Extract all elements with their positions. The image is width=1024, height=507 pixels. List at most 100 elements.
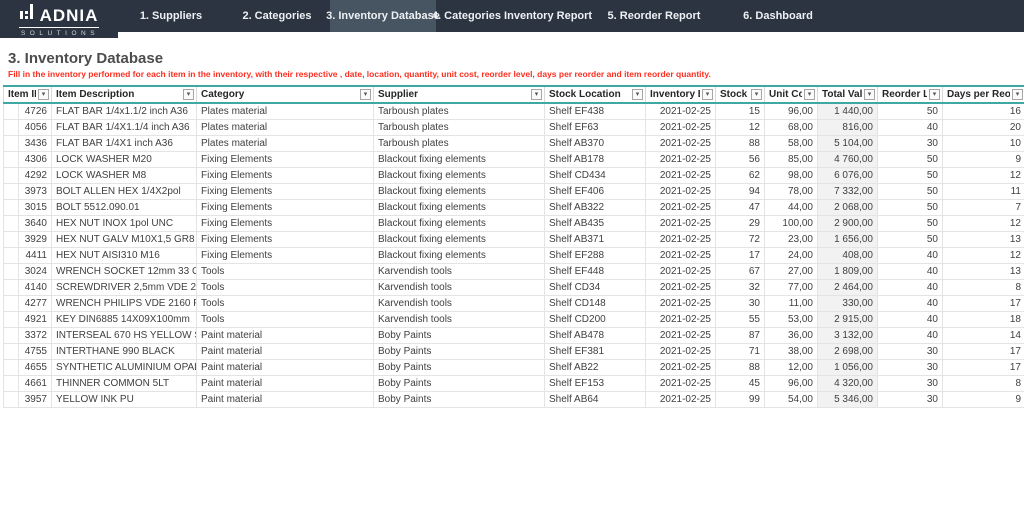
cell-reorder-level[interactable]: 40 xyxy=(878,296,943,312)
cell-stock-qty[interactable]: 99 xyxy=(716,392,765,408)
filter-dropdown-icon[interactable]: ▾ xyxy=(531,89,542,100)
row-gutter-cell[interactable] xyxy=(4,136,19,152)
cell-total-value[interactable]: 5 104,00 xyxy=(818,136,878,152)
cell-reorder-level[interactable]: 50 xyxy=(878,152,943,168)
cell-stock-qty[interactable]: 94 xyxy=(716,184,765,200)
cell-supplier[interactable]: Blackout fixing elements xyxy=(374,200,545,216)
cell-unit-cost[interactable]: 23,00 xyxy=(765,232,818,248)
cell-total-value[interactable]: 5 346,00 xyxy=(818,392,878,408)
filter-dropdown-icon[interactable]: ▾ xyxy=(183,89,194,100)
cell-item-description[interactable]: FLAT BAR 1/4x1.1/2 inch A36 xyxy=(52,103,197,120)
cell-stock-location[interactable]: Shelf AB178 xyxy=(545,152,646,168)
row-gutter-cell[interactable] xyxy=(4,328,19,344)
cell-inventory-date[interactable]: 2021-02-25 xyxy=(646,248,716,264)
cell-reorder-level[interactable]: 50 xyxy=(878,216,943,232)
cell-item-description[interactable]: SYNTHETIC ALUMINIUM OPALECENTE xyxy=(52,360,197,376)
cell-category[interactable]: Tools xyxy=(197,296,374,312)
cell-reorder-level[interactable]: 50 xyxy=(878,184,943,200)
cell-inventory-date[interactable]: 2021-02-25 xyxy=(646,103,716,120)
cell-days-per-reorder[interactable]: 12 xyxy=(943,248,1024,264)
cell-stock-qty[interactable]: 71 xyxy=(716,344,765,360)
cell-item-id[interactable]: 3015 xyxy=(19,200,52,216)
cell-supplier[interactable]: Karvendish tools xyxy=(374,312,545,328)
cell-reorder-level[interactable]: 50 xyxy=(878,200,943,216)
cell-days-per-reorder[interactable]: 8 xyxy=(943,376,1024,392)
cell-days-per-reorder[interactable]: 12 xyxy=(943,216,1024,232)
cell-unit-cost[interactable]: 96,00 xyxy=(765,103,818,120)
cell-stock-qty[interactable]: 17 xyxy=(716,248,765,264)
row-gutter-cell[interactable] xyxy=(4,200,19,216)
cell-days-per-reorder[interactable]: 12 xyxy=(943,168,1024,184)
cell-item-id[interactable]: 3973 xyxy=(19,184,52,200)
cell-inventory-date[interactable]: 2021-02-25 xyxy=(646,232,716,248)
cell-item-description[interactable]: LOCK WASHER M8 xyxy=(52,168,197,184)
cell-total-value[interactable]: 1 440,00 xyxy=(818,103,878,120)
cell-unit-cost[interactable]: 36,00 xyxy=(765,328,818,344)
cell-supplier[interactable]: Boby Paints xyxy=(374,360,545,376)
cell-item-description[interactable]: HEX NUT AISI310 M16 xyxy=(52,248,197,264)
cell-total-value[interactable]: 3 132,00 xyxy=(818,328,878,344)
cell-category[interactable]: Paint material xyxy=(197,328,374,344)
cell-days-per-reorder[interactable]: 13 xyxy=(943,264,1024,280)
cell-item-description[interactable]: YELLOW INK PU xyxy=(52,392,197,408)
cell-days-per-reorder[interactable]: 18 xyxy=(943,312,1024,328)
cell-stock-qty[interactable]: 62 xyxy=(716,168,765,184)
cell-category[interactable]: Plates material xyxy=(197,103,374,120)
cell-stock-location[interactable]: Shelf EF381 xyxy=(545,344,646,360)
cell-total-value[interactable]: 4 760,00 xyxy=(818,152,878,168)
cell-item-id[interactable]: 4755 xyxy=(19,344,52,360)
cell-item-description[interactable]: WRENCH PHILIPS VDE 2160 PH4 xyxy=(52,296,197,312)
cell-category[interactable]: Fixing Elements xyxy=(197,152,374,168)
nav-tab[interactable]: 4. Categories Inventory Report xyxy=(436,0,588,32)
row-gutter-cell[interactable] xyxy=(4,103,19,120)
cell-days-per-reorder[interactable]: 13 xyxy=(943,232,1024,248)
cell-reorder-level[interactable]: 30 xyxy=(878,136,943,152)
cell-item-description[interactable]: HEX NUT GALV M10X1,5 GR8 xyxy=(52,232,197,248)
cell-category[interactable]: Tools xyxy=(197,264,374,280)
cell-days-per-reorder[interactable]: 8 xyxy=(943,280,1024,296)
cell-category[interactable]: Plates material xyxy=(197,136,374,152)
cell-unit-cost[interactable]: 78,00 xyxy=(765,184,818,200)
cell-item-id[interactable]: 3640 xyxy=(19,216,52,232)
cell-item-id[interactable]: 4277 xyxy=(19,296,52,312)
cell-stock-qty[interactable]: 45 xyxy=(716,376,765,392)
cell-total-value[interactable]: 4 320,00 xyxy=(818,376,878,392)
filter-dropdown-icon[interactable]: ▾ xyxy=(864,89,875,100)
cell-stock-location[interactable]: Shelf AB478 xyxy=(545,328,646,344)
nav-tab[interactable]: 1. Suppliers xyxy=(118,0,224,32)
cell-total-value[interactable]: 1 056,00 xyxy=(818,360,878,376)
cell-unit-cost[interactable]: 85,00 xyxy=(765,152,818,168)
cell-days-per-reorder[interactable]: 9 xyxy=(943,152,1024,168)
cell-total-value[interactable]: 330,00 xyxy=(818,296,878,312)
row-gutter-cell[interactable] xyxy=(4,152,19,168)
cell-item-id[interactable]: 4056 xyxy=(19,120,52,136)
cell-days-per-reorder[interactable]: 9 xyxy=(943,392,1024,408)
cell-reorder-level[interactable]: 30 xyxy=(878,360,943,376)
cell-inventory-date[interactable]: 2021-02-25 xyxy=(646,328,716,344)
cell-reorder-level[interactable]: 40 xyxy=(878,264,943,280)
cell-stock-qty[interactable]: 55 xyxy=(716,312,765,328)
filter-dropdown-icon[interactable]: ▾ xyxy=(1012,89,1023,100)
row-gutter-cell[interactable] xyxy=(4,168,19,184)
cell-reorder-level[interactable]: 40 xyxy=(878,312,943,328)
cell-days-per-reorder[interactable]: 20 xyxy=(943,120,1024,136)
cell-inventory-date[interactable]: 2021-02-25 xyxy=(646,184,716,200)
cell-item-description[interactable]: INTERTHANE 990 BLACK xyxy=(52,344,197,360)
cell-days-per-reorder[interactable]: 17 xyxy=(943,360,1024,376)
cell-category[interactable]: Fixing Elements xyxy=(197,168,374,184)
row-gutter-cell[interactable] xyxy=(4,216,19,232)
cell-reorder-level[interactable]: 40 xyxy=(878,120,943,136)
cell-supplier[interactable]: Boby Paints xyxy=(374,344,545,360)
cell-inventory-date[interactable]: 2021-02-25 xyxy=(646,296,716,312)
cell-item-description[interactable]: WRENCH SOCKET 12mm 33 GEDORE xyxy=(52,264,197,280)
cell-stock-location[interactable]: Shelf AB64 xyxy=(545,392,646,408)
cell-inventory-date[interactable]: 2021-02-25 xyxy=(646,264,716,280)
cell-stock-qty[interactable]: 15 xyxy=(716,103,765,120)
cell-days-per-reorder[interactable]: 17 xyxy=(943,296,1024,312)
cell-total-value[interactable]: 408,00 xyxy=(818,248,878,264)
cell-supplier[interactable]: Tarboush plates xyxy=(374,103,545,120)
row-gutter-cell[interactable] xyxy=(4,392,19,408)
cell-days-per-reorder[interactable]: 7 xyxy=(943,200,1024,216)
cell-total-value[interactable]: 2 068,00 xyxy=(818,200,878,216)
cell-supplier[interactable]: Blackout fixing elements xyxy=(374,232,545,248)
